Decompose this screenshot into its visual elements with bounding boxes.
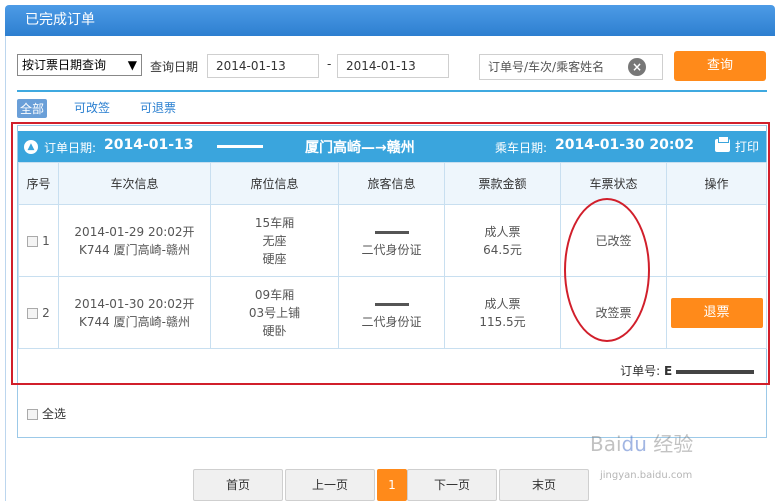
redacted-name xyxy=(217,141,263,153)
passenger-id-type: 二代身份证 xyxy=(361,242,422,257)
ticket-status: 已改签 xyxy=(595,233,632,248)
collapse-icon[interactable]: ▲ xyxy=(24,140,38,154)
baidu-watermark-logo: Baidu 经验 xyxy=(590,432,694,456)
col-header-passenger: 旅客信息 xyxy=(338,162,445,205)
current-page[interactable]: 1 xyxy=(377,469,407,501)
print-link[interactable]: 打印 xyxy=(735,138,759,155)
search-bar: 按订票日期查询 ▼ 查询日期 2014-01-13 - 2014-01-13 订… xyxy=(17,51,767,82)
row-index-cell: 2 xyxy=(18,276,59,349)
baidu-watermark-url: jingyan.baidu.com xyxy=(600,470,693,481)
clear-icon[interactable]: × xyxy=(628,58,646,76)
page-title-bar: 已完成订单 xyxy=(5,5,775,36)
query-button[interactable]: 查询 xyxy=(674,51,766,81)
first-page-button[interactable]: 首页 xyxy=(193,469,283,501)
date-from-input[interactable]: 2014-01-13 xyxy=(207,54,319,78)
fare-cell: 成人票 64.5元 xyxy=(444,204,561,277)
chevron-down-icon: ▼ xyxy=(127,58,137,72)
select-all-label: 全选 xyxy=(42,407,67,421)
status-cell: 已改签 xyxy=(560,204,667,277)
col-header-seat: 席位信息 xyxy=(210,162,339,205)
order-date: 2014-01-13 xyxy=(104,137,194,153)
action-cell: 退票 xyxy=(666,276,767,349)
col-header-action: 操作 xyxy=(666,162,767,205)
filter-tab-refundable[interactable]: 可退票 xyxy=(140,99,176,116)
order-route: 厦门高崎—→赣州 xyxy=(305,140,415,156)
table-row: 1 2014-01-29 20:02开 K744 厦门高崎-赣州 15车厢无座硬座… xyxy=(18,204,767,277)
fare-amount: 64.5元 xyxy=(483,242,522,257)
order-number-prefix: E xyxy=(663,364,673,378)
fare-cell: 成人票 115.5元 xyxy=(444,276,561,349)
row-index: 1 xyxy=(42,233,50,248)
seat-class: 硬座 xyxy=(262,251,287,266)
query-date-label: 查询日期 xyxy=(150,60,199,74)
fare-amount: 115.5元 xyxy=(479,314,526,329)
passenger-info-cell: 二代身份证 xyxy=(338,204,445,277)
table-header-row: 序号 车次信息 席位信息 旅客信息 票款金额 车票状态 操作 xyxy=(18,162,767,205)
query-type-select[interactable]: 按订票日期查询 ▼ xyxy=(17,54,142,76)
row-index: 2 xyxy=(42,305,50,320)
seat-info-cell: 15车厢无座硬座 xyxy=(210,204,339,277)
passenger-id-type: 二代身份证 xyxy=(361,314,422,329)
train-info-cell: 2014-01-30 20:02开 K744 厦门高崎-赣州 xyxy=(58,276,211,349)
filter-tab-all[interactable]: 全部 xyxy=(17,99,48,118)
seat-car: 15车厢 xyxy=(254,215,295,230)
last-page-button[interactable]: 末页 xyxy=(499,469,589,501)
seat-car: 09车厢 xyxy=(254,287,295,302)
train-departure: 2014-01-30 20:02开 xyxy=(74,296,195,311)
col-header-train: 车次信息 xyxy=(58,162,211,205)
status-cell: 改签票 xyxy=(560,276,667,349)
date-range-separator: - xyxy=(327,57,332,71)
train-departure: 2014-01-29 20:02开 xyxy=(74,224,195,239)
order-number-label: 订单号: xyxy=(620,364,661,378)
table-row: 2 2014-01-30 20:02开 K744 厦门高崎-赣州 09车厢 03号上… xyxy=(18,276,767,349)
page-title: 已完成订单 xyxy=(25,12,95,28)
refund-button[interactable]: 退票 xyxy=(670,297,763,328)
ride-date-label: 乘车日期: xyxy=(495,141,548,155)
col-header-index: 序号 xyxy=(18,162,59,205)
seat-class: 硬卧 xyxy=(262,323,287,338)
order-header: ▲ 订单日期: 2014-01-13 厦门高崎—→赣州 乘车日期: 2014-0… xyxy=(18,131,766,162)
fare-type: 成人票 xyxy=(484,296,521,311)
row-checkbox[interactable] xyxy=(27,235,39,247)
row-index-cell: 1 xyxy=(18,204,59,277)
col-header-status: 车票状态 xyxy=(560,162,667,205)
train-route: K744 厦门高崎-赣州 xyxy=(79,314,190,329)
fare-type: 成人票 xyxy=(484,224,521,239)
train-info-cell: 2014-01-29 20:02开 K744 厦门高崎-赣州 xyxy=(58,204,211,277)
ticket-status: 改签票 xyxy=(595,305,632,320)
query-type-value: 按订票日期查询 xyxy=(22,58,107,72)
order-date-label: 订单日期: xyxy=(44,141,97,155)
action-cell xyxy=(666,204,767,277)
order-number-row: 订单号: E xyxy=(18,352,766,386)
row-checkbox[interactable] xyxy=(27,307,39,319)
redacted-passenger-name xyxy=(339,223,444,241)
ticket-table: 序号 车次信息 席位信息 旅客信息 票款金额 车票状态 操作 1 2014-01… xyxy=(18,162,767,349)
train-route: K744 厦门高崎-赣州 xyxy=(79,242,190,257)
col-header-fare: 票款金额 xyxy=(444,162,561,205)
redacted-passenger-name xyxy=(339,295,444,313)
seat-number: 03号上铺 xyxy=(248,305,301,320)
date-to-input[interactable]: 2014-01-13 xyxy=(337,54,449,78)
passenger-info-cell: 二代身份证 xyxy=(338,276,445,349)
seat-info-cell: 09车厢 03号上铺硬卧 xyxy=(210,276,339,349)
ride-date: 2014-01-30 20:02 xyxy=(555,137,694,153)
printer-icon[interactable] xyxy=(715,136,730,152)
prev-page-button[interactable]: 上一页 xyxy=(285,469,375,501)
search-divider xyxy=(17,90,767,92)
filter-tab-changeable[interactable]: 可改签 xyxy=(74,99,110,116)
next-page-button[interactable]: 下一页 xyxy=(407,469,497,501)
redacted-order-number xyxy=(676,369,754,374)
seat-number: 无座 xyxy=(262,233,287,248)
order-number: 订单号: E xyxy=(620,362,754,379)
select-all-checkbox[interactable] xyxy=(27,409,38,420)
select-all[interactable]: 全选 xyxy=(27,405,66,422)
